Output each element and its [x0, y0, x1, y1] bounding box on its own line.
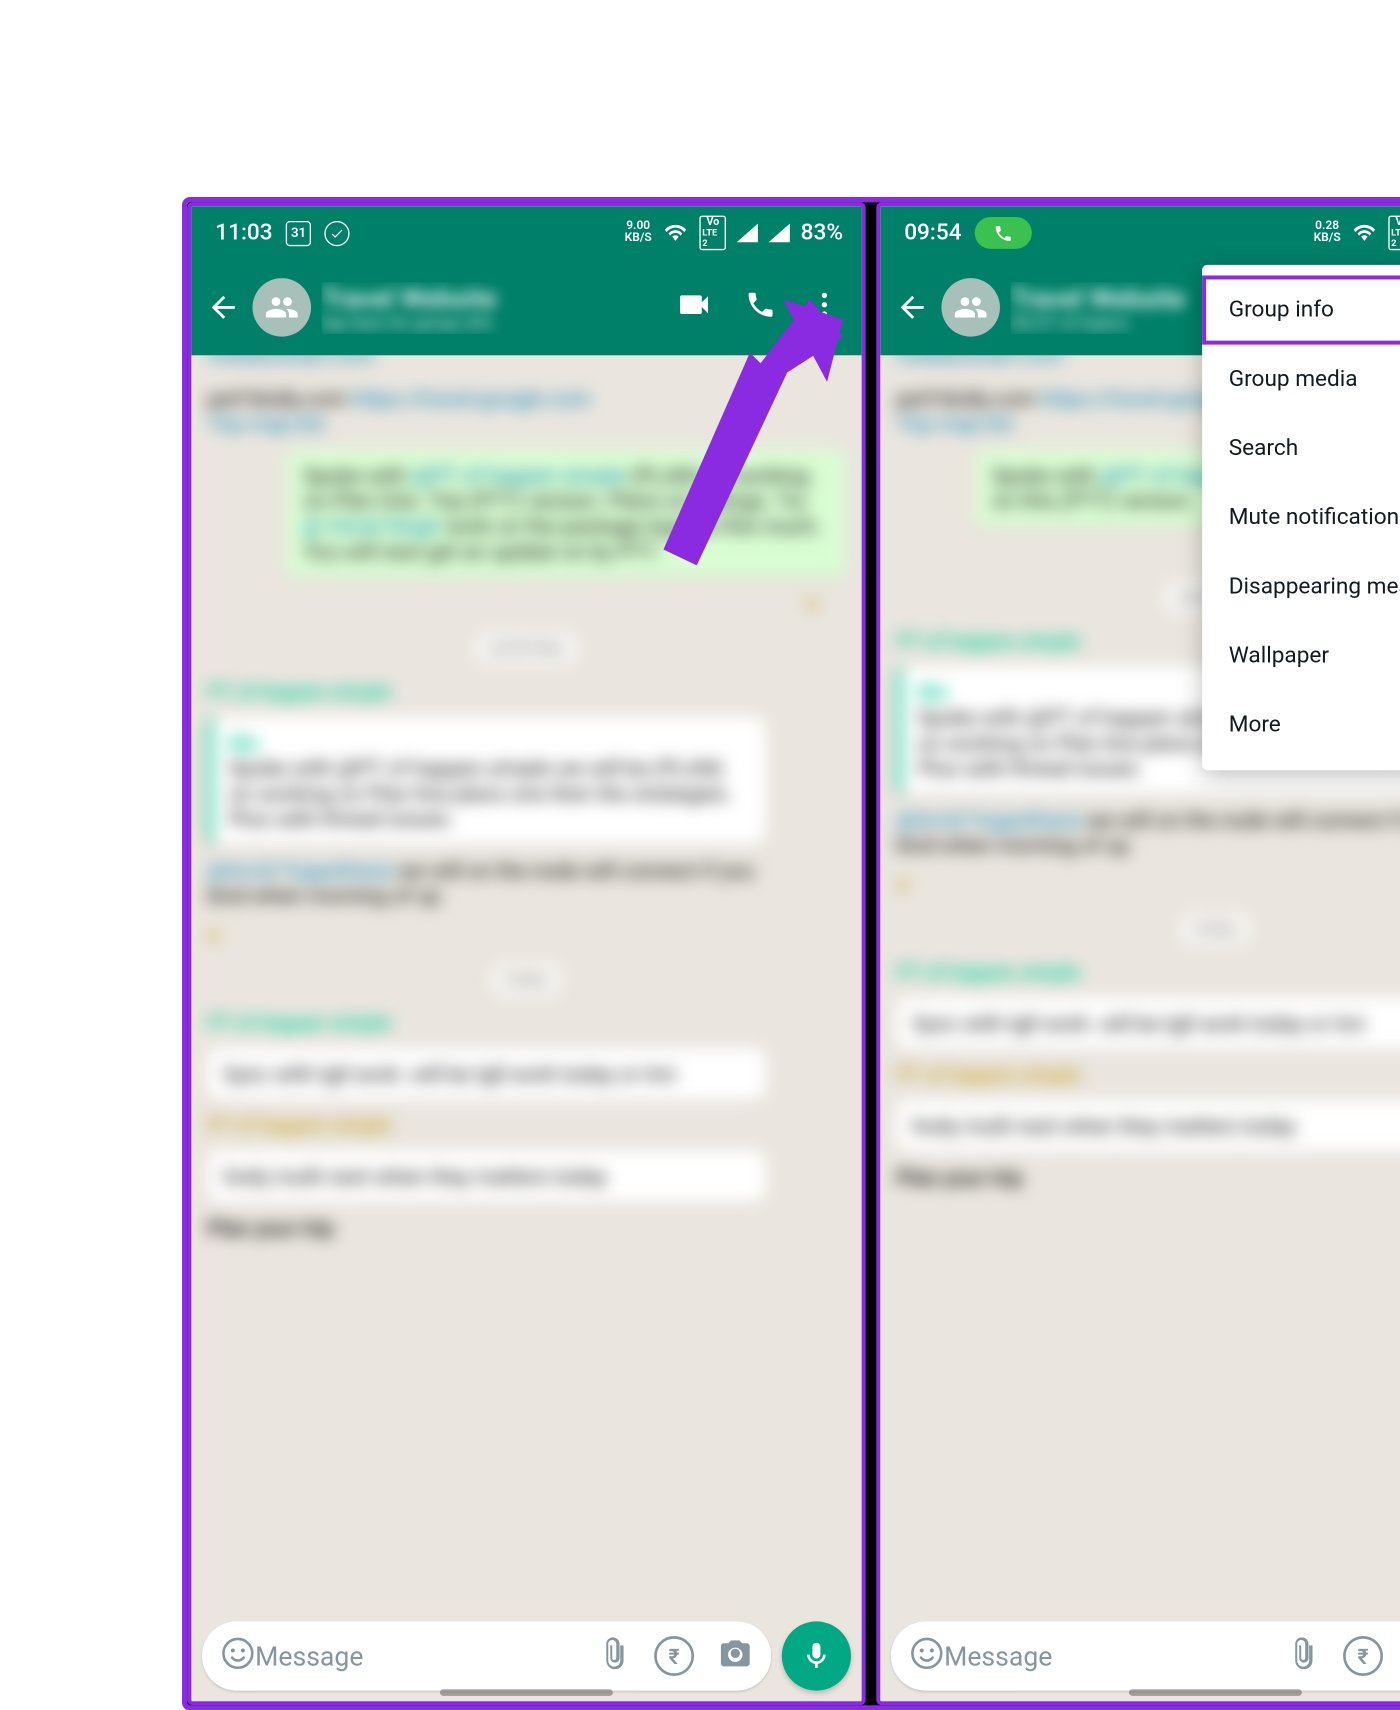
- input-bar: Message ₹: [891, 1621, 1400, 1690]
- back-button[interactable]: [894, 290, 931, 325]
- voice-call-button[interactable]: [745, 288, 777, 325]
- chat-title: Travel Website: [322, 281, 665, 313]
- emoji-icon[interactable]: [910, 1636, 945, 1676]
- status-bar: 11:03 31 9.00KB/S VoLTE 2 83%: [191, 206, 861, 259]
- menu-item-group-info[interactable]: Group info: [1202, 275, 1400, 344]
- menu-item-more[interactable]: More▸: [1202, 690, 1400, 759]
- data-speed: 9.00KB/S: [625, 220, 652, 244]
- message-in[interactable]: lively multi next when they matters toda…: [207, 1150, 766, 1202]
- phone-right: 09:54 0.28KB/S VoLTE 2 78%: [876, 202, 1400, 1705]
- wifi-icon: [1351, 222, 1378, 243]
- nav-handle: [440, 1689, 613, 1696]
- back-button[interactable]: [205, 290, 242, 325]
- message-in[interactable]: lively multi next when they matters toda…: [896, 1100, 1400, 1152]
- video-call-button[interactable]: [675, 286, 712, 329]
- chat-body[interactable]: meetbootian.com perf-blully.com https://…: [191, 355, 861, 1589]
- date-chip: today: [1181, 913, 1250, 944]
- calendar-icon: 31: [286, 220, 311, 245]
- rupee-icon[interactable]: ₹: [654, 1636, 694, 1676]
- active-call-pill[interactable]: [975, 216, 1032, 248]
- message-placeholder: Message: [255, 1640, 598, 1672]
- chat-header: Travel Website tap here for group info: [191, 259, 861, 355]
- message-input[interactable]: Message ₹: [202, 1621, 771, 1690]
- attach-icon[interactable]: [1287, 1637, 1319, 1674]
- message-in[interactable]: Sync with tgll work. will be tgll work t…: [207, 1048, 766, 1100]
- wifi-icon: [662, 222, 689, 243]
- lte-badge: VoLTE 2: [1389, 215, 1400, 250]
- lte-badge: VoLTE 2: [700, 215, 727, 250]
- mic-button[interactable]: [782, 1621, 851, 1690]
- chat-subtitle: tap here for group info: [322, 313, 665, 333]
- menu-item-disappearing[interactable]: Disappearing messages: [1202, 552, 1400, 621]
- menu-item-wallpaper[interactable]: Wallpaper: [1202, 621, 1400, 690]
- camera-icon[interactable]: [718, 1636, 753, 1676]
- signal-icon-1: [737, 223, 758, 242]
- phone-left: 11:03 31 9.00KB/S VoLTE 2 83%: [187, 202, 865, 1705]
- menu-item-search[interactable]: Search: [1202, 413, 1400, 482]
- more-options-button[interactable]: [808, 288, 840, 325]
- message-input[interactable]: Message ₹: [891, 1621, 1400, 1690]
- attach-icon[interactable]: [598, 1637, 630, 1674]
- rupee-icon[interactable]: ₹: [1343, 1636, 1383, 1676]
- data-speed: 0.28KB/S: [1314, 220, 1341, 244]
- check-circle-icon: [324, 220, 349, 245]
- overflow-menu: Group info Group media Search Mute notif…: [1202, 264, 1400, 769]
- message-out[interactable]: Spoke with @PT of happen simple (PLAN) o…: [287, 449, 846, 577]
- input-bar: Message ₹: [202, 1621, 851, 1690]
- date-chip: today: [492, 964, 561, 995]
- group-avatar[interactable]: [941, 278, 1000, 337]
- chat-title-area[interactable]: Travel Website tap here for group info: [322, 281, 665, 333]
- nav-handle: [1129, 1689, 1302, 1696]
- menu-item-group-media[interactable]: Group media: [1202, 344, 1400, 413]
- message-placeholder: Message: [944, 1640, 1287, 1672]
- group-avatar[interactable]: [252, 278, 311, 337]
- status-bar: 09:54 0.28KB/S VoLTE 2 78%: [880, 206, 1400, 259]
- status-time: 09:54: [904, 219, 961, 246]
- menu-item-mute[interactable]: Mute notifications: [1202, 482, 1400, 551]
- emoji-icon[interactable]: [221, 1636, 256, 1676]
- battery-percent: 83%: [801, 219, 843, 246]
- signal-icon-2: [769, 223, 790, 242]
- message-in[interactable]: Sync with tgll work. will be tgll work t…: [896, 997, 1400, 1049]
- message-in-quoted[interactable]: Me Spoke with @PT of happen simple we wi…: [207, 717, 766, 845]
- status-time: 11:03: [215, 219, 272, 246]
- date-chip: yesterday: [476, 633, 576, 664]
